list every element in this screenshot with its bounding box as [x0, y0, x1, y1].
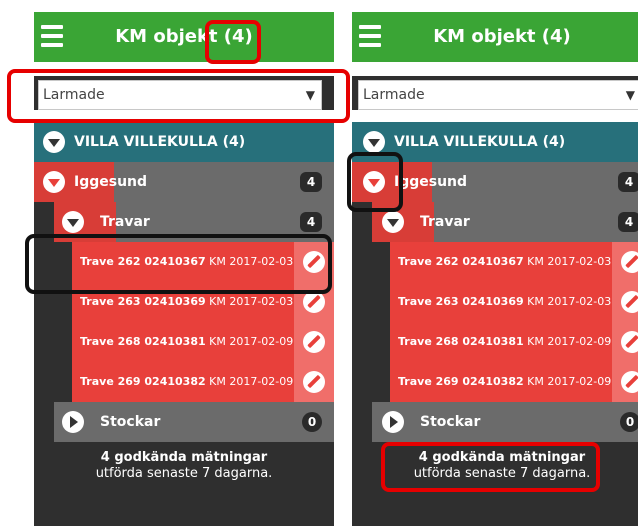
- edit-button[interactable]: [612, 282, 638, 322]
- pencil-icon: [621, 251, 638, 273]
- edit-button[interactable]: [612, 322, 638, 362]
- collapse-icon[interactable]: [62, 211, 84, 233]
- item-meta: KM 2017-02-09: [527, 335, 612, 348]
- app-header: KM objekt (4): [34, 12, 334, 62]
- list-item[interactable]: Trave 269 02410382 KM 2017-02-09: [72, 362, 334, 402]
- site-label: Iggesund: [394, 174, 468, 190]
- edit-button[interactable]: [294, 362, 334, 402]
- list-item[interactable]: Trave 268 02410381 KM 2017-02-09: [390, 322, 638, 362]
- page-title: KM objekt (4): [115, 26, 253, 47]
- item-meta: KM 2017-02-03: [527, 255, 612, 268]
- category-label: Travar: [420, 214, 470, 230]
- pencil-icon: [303, 331, 325, 353]
- filter-value: Larmade: [363, 87, 425, 103]
- collapse-icon[interactable]: [43, 131, 65, 153]
- footer-line1: 4 godkända mätningar: [100, 450, 268, 465]
- item-meta: KM 2017-02-09: [209, 335, 294, 348]
- edit-button[interactable]: [294, 322, 334, 362]
- pencil-icon: [621, 371, 638, 393]
- collapse-icon[interactable]: [363, 131, 385, 153]
- count-badge: 4: [618, 212, 638, 232]
- item-name: Trave 268 02410381: [80, 335, 206, 348]
- item-meta: KM 2017-02-09: [527, 375, 612, 388]
- category-label: Stockar: [100, 414, 161, 430]
- count-badge: 0: [302, 412, 322, 432]
- list-item[interactable]: Trave 269 02410382 KM 2017-02-09: [390, 362, 638, 402]
- site-row-iggesund[interactable]: Iggesund 4: [34, 162, 334, 202]
- annotation-footer: [381, 442, 600, 492]
- count-badge: 4: [300, 212, 322, 232]
- item-name: Trave 262 02410367: [398, 255, 524, 268]
- footer-line2: utförda senaste 7 dagarna.: [95, 466, 273, 481]
- annotation-title-count: [205, 20, 261, 64]
- collapse-icon[interactable]: [43, 171, 65, 193]
- pencil-icon: [303, 371, 325, 393]
- category-row-stockar[interactable]: Stockar 0: [372, 402, 638, 442]
- group-header-villa[interactable]: VILLA VILLEKULLA (4): [34, 122, 334, 162]
- item-name: Trave 263 02410369: [398, 295, 524, 308]
- edit-button[interactable]: [612, 242, 638, 282]
- collapse-icon[interactable]: [382, 211, 404, 233]
- item-name: Trave 269 02410382: [398, 375, 524, 388]
- category-row-stockar[interactable]: Stockar 0: [54, 402, 334, 442]
- site-label: Iggesund: [74, 174, 148, 190]
- count-badge: 0: [620, 412, 638, 432]
- item-meta: KM 2017-02-03: [527, 295, 612, 308]
- item-name: Trave 263 02410369: [80, 295, 206, 308]
- expand-icon[interactable]: [382, 411, 404, 433]
- annotation-filter: [7, 69, 350, 123]
- list-item[interactable]: Trave 262 02410367 KM 2017-02-03: [390, 242, 638, 282]
- annotation-first-item: [25, 234, 332, 294]
- annotation-collapse: [347, 152, 403, 212]
- list-item[interactable]: Trave 268 02410381 KM 2017-02-09: [72, 322, 334, 362]
- category-row-travar[interactable]: Travar 4: [372, 202, 638, 242]
- group-label: VILLA VILLEKULLA (4): [394, 134, 566, 150]
- pencil-icon: [621, 291, 638, 313]
- expand-icon[interactable]: [62, 411, 84, 433]
- edit-button[interactable]: [612, 362, 638, 402]
- item-meta: KM 2017-02-03: [209, 295, 294, 308]
- pencil-icon: [621, 331, 638, 353]
- filter-select[interactable]: Larmade ▼: [358, 80, 638, 110]
- chevron-down-icon: ▼: [625, 88, 635, 102]
- app-header: KM objekt (4): [352, 12, 638, 62]
- item-meta: KM 2017-02-09: [209, 375, 294, 388]
- page-title: KM objekt (4): [433, 26, 571, 47]
- count-badge: 4: [618, 172, 638, 192]
- footer-summary: 4 godkända mätningar utförda senaste 7 d…: [34, 450, 334, 482]
- category-label: Stockar: [420, 414, 481, 430]
- item-name: Trave 268 02410381: [398, 335, 524, 348]
- list-item[interactable]: Trave 263 02410369 KM 2017-02-03: [390, 282, 638, 322]
- item-name: Trave 269 02410382: [80, 375, 206, 388]
- group-label: VILLA VILLEKULLA (4): [74, 134, 246, 150]
- count-badge: 4: [300, 172, 322, 192]
- pencil-icon: [303, 291, 325, 313]
